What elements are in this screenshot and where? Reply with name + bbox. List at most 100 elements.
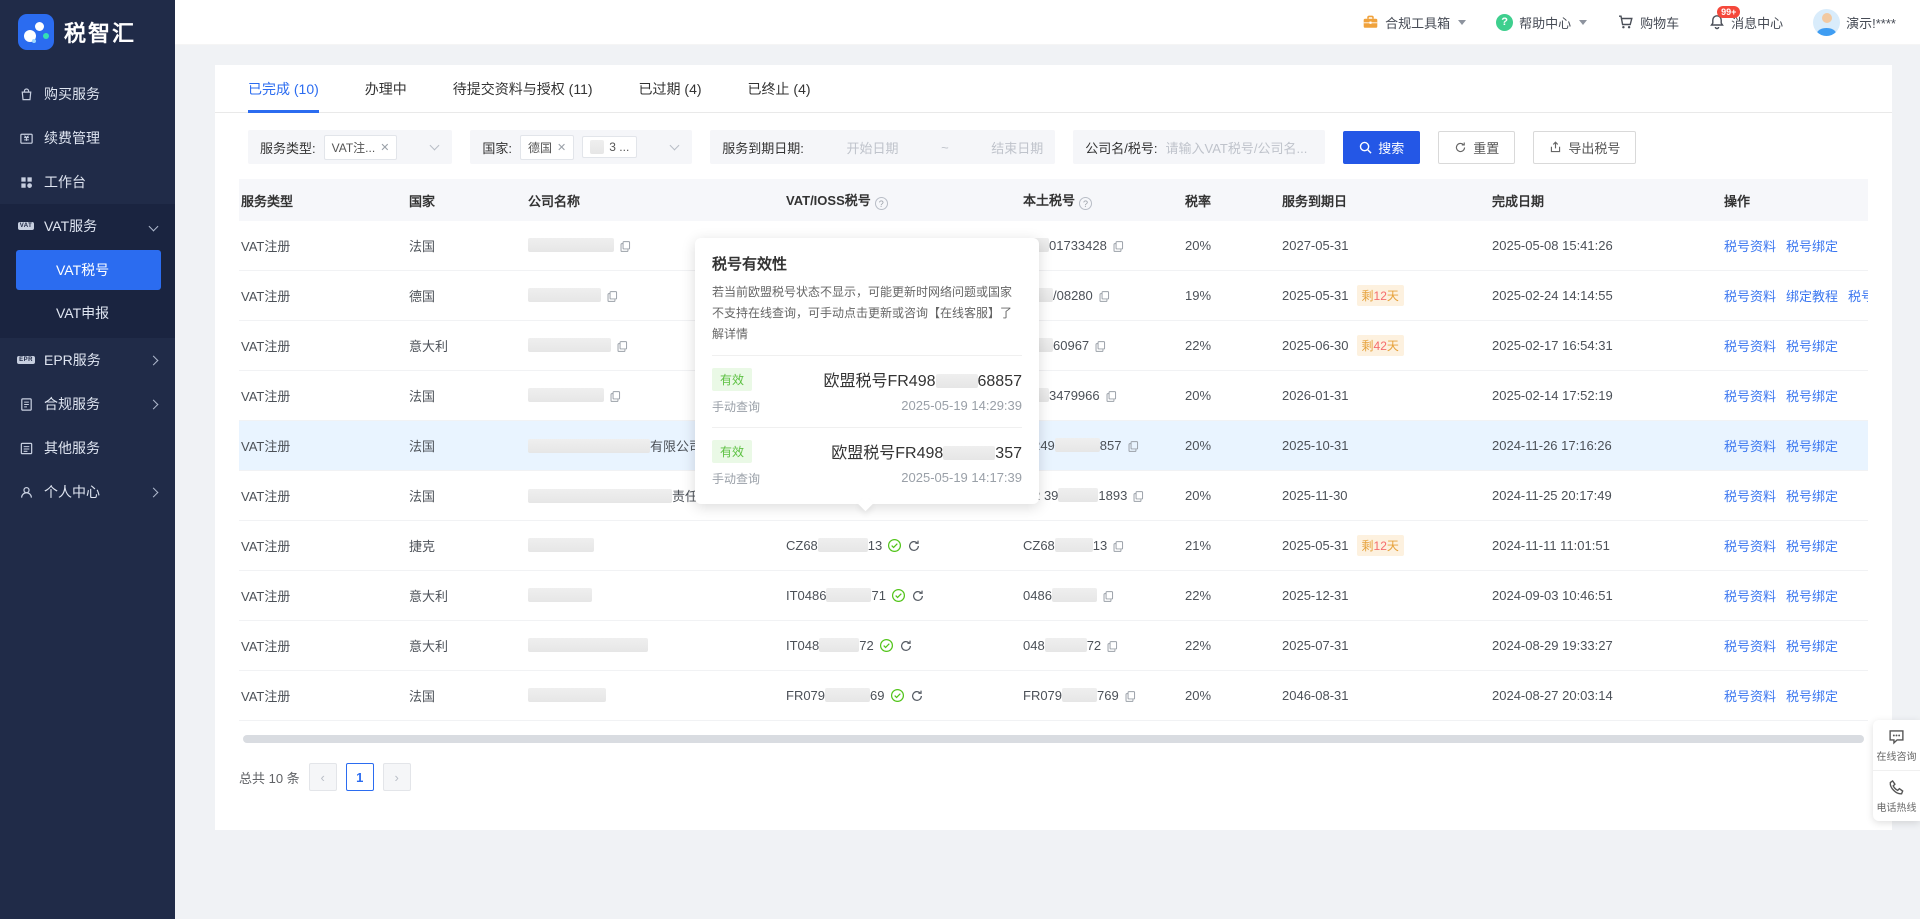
expiry-date-text: 2025-07-31 [1282,638,1349,653]
copy-icon[interactable] [609,390,622,403]
tab-已终止 (4)[interactable]: 已终止 (4) [748,65,811,113]
expiry-date-text: 2025-05-31 [1282,288,1349,303]
action-link-税号资料[interactable]: 税号资料 [1724,639,1776,654]
sidebar-item-购买服务[interactable]: 购买服务 [0,72,175,116]
sidebar-item-EPR服务[interactable]: EPREPR服务 [0,338,175,382]
date-start-input[interactable]: 开始日期 [846,138,898,157]
action-link-税号绑定[interactable]: 税号绑定 [1786,689,1838,704]
action-link-税号绑定[interactable]: 税号绑定 [1786,639,1838,654]
action-link-税号资料[interactable]: 税号资料 [1724,339,1776,354]
action-link-税号绑定[interactable]: 税号绑定 [1786,589,1838,604]
phone-hotline-button[interactable]: 电话热线 [1873,770,1920,821]
action-link-税号资料[interactable]: 税号资料 [1724,239,1776,254]
blurred-text [528,288,601,302]
date-end-input[interactable]: 结束日期 [991,138,1043,157]
days-remaining-badge: 剩12天 [1357,285,1404,306]
country-filter[interactable]: 国家: 德国 ✕ 3 ... [470,130,692,164]
topbar-item-帮助中心[interactable]: ?帮助中心 [1496,13,1587,32]
blurred-text [818,538,868,552]
topbar-item-演示!****[interactable]: 演示!**** [1813,9,1896,36]
online-consult-button[interactable]: 在线咨询 [1873,720,1920,770]
sidebar-item-vat-services[interactable]: VATVAT服务 [0,204,175,248]
action-link-税号资料[interactable]: 税号资料 [1724,589,1776,604]
action-link-税号绑定[interactable]: 税号绑定 [1848,289,1868,304]
action-link-绑定教程[interactable]: 绑定教程 [1786,289,1838,304]
local-number-text: FR079 [1023,688,1062,703]
action-link-税号绑定[interactable]: 税号绑定 [1786,489,1838,504]
prev-page-button[interactable]: ‹ [309,763,337,791]
tab-办理中[interactable]: 办理中 [365,65,407,113]
refresh-icon[interactable] [911,589,925,603]
action-link-税号绑定[interactable]: 税号绑定 [1786,539,1838,554]
tag-close-icon[interactable]: ✕ [380,141,389,154]
action-link-税号资料[interactable]: 税号资料 [1724,489,1776,504]
sidebar-item-续费管理[interactable]: 续费管理 [0,116,175,160]
action-link-税号绑定[interactable]: 税号绑定 [1786,239,1838,254]
country-tag-more[interactable]: 3 ... [582,136,637,158]
sidebar-subitem-VAT申报[interactable]: VAT申报 [0,292,175,334]
sidebar-item-其他服务[interactable]: 其他服务 [0,426,175,470]
sidebar-subitem-VAT税号[interactable]: VAT税号 [16,250,161,290]
refresh-icon[interactable] [907,539,921,553]
chevron-down-icon[interactable] [670,141,680,151]
question-icon[interactable]: ? [1079,197,1092,210]
copy-icon[interactable] [1102,590,1115,603]
copy-icon[interactable] [1098,290,1111,303]
action-link-税号资料[interactable]: 税号资料 [1724,439,1776,454]
copy-icon[interactable] [619,240,632,253]
cell-service-type: VAT注册 [239,386,401,405]
copy-icon[interactable] [1127,440,1140,453]
company-search-input[interactable]: 请输入VAT税号/公司名... [1166,138,1308,157]
copy-icon[interactable] [1132,490,1145,503]
cell-expiry-date: 2025-11-30 [1274,488,1484,503]
company-filter[interactable]: 公司名/税号: 请输入VAT税号/公司名... [1073,130,1325,164]
copy-icon[interactable] [616,340,629,353]
sidebar-nav: 购买服务续费管理工作台VATVAT服务VAT税号VAT申报EPREPR服务合规服… [0,72,175,514]
action-link-税号资料[interactable]: 税号资料 [1724,389,1776,404]
tab-待提交资料与授权 (11)[interactable]: 待提交资料与授权 (11) [453,65,593,113]
tab-已完成 (10)[interactable]: 已完成 (10) [248,65,319,113]
action-link-税号绑定[interactable]: 税号绑定 [1786,389,1838,404]
copy-icon[interactable] [1106,640,1119,653]
next-page-button[interactable]: › [383,763,411,791]
vat-icon: VAT [18,218,34,234]
refresh-icon[interactable] [910,689,924,703]
tag-close-icon[interactable]: ✕ [557,141,566,154]
copy-icon[interactable] [1105,390,1118,403]
question-icon[interactable]: ? [875,197,888,210]
action-link-税号绑定[interactable]: 税号绑定 [1786,339,1838,354]
copy-icon[interactable] [1124,690,1137,703]
search-button[interactable]: 搜索 [1343,131,1420,164]
cell-tax-rate: 20% [1177,388,1274,403]
reset-button[interactable]: 重置 [1438,131,1515,164]
blurred-text [1058,488,1098,502]
help-icon: ? [1496,14,1513,31]
country-tag[interactable]: 德国 ✕ [520,135,574,160]
sidebar-group-VAT服务: VATVAT服务VAT税号VAT申报 [0,204,175,338]
service-type-tag[interactable]: VAT注... ✕ [324,135,398,160]
copy-icon[interactable] [606,290,619,303]
copy-icon[interactable] [1112,540,1125,553]
chevron-down-icon[interactable] [430,141,440,151]
sidebar-item-合规服务[interactable]: 合规服务 [0,382,175,426]
sidebar-item-工作台[interactable]: 工作台 [0,160,175,204]
export-tax-id-button[interactable]: 导出税号 [1533,131,1636,164]
copy-icon[interactable] [1094,340,1107,353]
topbar-item-消息中心[interactable]: 99+消息中心 [1709,13,1783,32]
topbar-item-合规工具箱[interactable]: 合规工具箱 [1362,13,1466,32]
action-link-税号资料[interactable]: 税号资料 [1724,289,1776,304]
expiry-date-text: 2025-05-31 [1282,538,1349,553]
column-header-label: 服务类型 [241,194,293,209]
sidebar-item-个人中心[interactable]: 个人中心 [0,470,175,514]
service-type-filter[interactable]: 服务类型: VAT注... ✕ [248,130,452,164]
action-link-税号资料[interactable]: 税号资料 [1724,689,1776,704]
refresh-icon[interactable] [899,639,913,653]
horizontal-scrollbar[interactable] [243,735,1864,743]
topbar-item-购物车[interactable]: 购物车 [1617,13,1679,32]
copy-icon[interactable] [1112,240,1125,253]
page-number-button[interactable]: 1 [346,763,374,791]
tab-已过期 (4)[interactable]: 已过期 (4) [639,65,702,113]
action-link-税号资料[interactable]: 税号资料 [1724,539,1776,554]
expiry-date-text: 2026-01-31 [1282,388,1349,403]
action-link-税号绑定[interactable]: 税号绑定 [1786,439,1838,454]
